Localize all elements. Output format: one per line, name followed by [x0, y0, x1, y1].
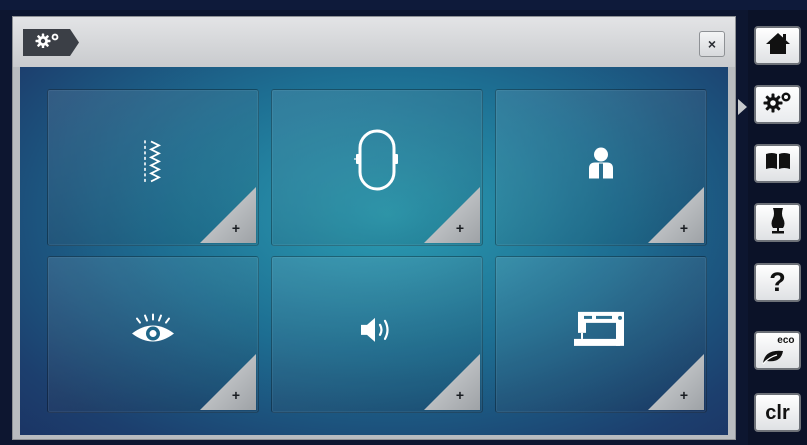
plus-icon: +: [231, 220, 240, 236]
plus-icon: +: [455, 387, 464, 403]
sidebar-item-home[interactable]: [754, 26, 801, 65]
close-button[interactable]: ×: [699, 31, 725, 57]
speaker-icon: [359, 315, 395, 348]
settings-grid: + + + + + +: [20, 67, 728, 435]
tile-corner: [200, 187, 256, 243]
tile-corner: [648, 187, 704, 243]
title-bar: ×: [13, 17, 735, 67]
top-strip: [0, 0, 807, 10]
settings-gears-icon: [763, 91, 793, 118]
home-icon: [765, 31, 791, 60]
sidebar-item-eco[interactable]: eco: [754, 331, 801, 370]
question-icon: ?: [769, 267, 786, 297]
tile-machine-settings[interactable]: +: [495, 256, 707, 413]
tile-audio-settings[interactable]: +: [271, 256, 483, 413]
open-book-icon: [764, 151, 792, 176]
sidebar-item-tutorial[interactable]: [754, 144, 801, 183]
sidebar-item-help[interactable]: ?: [754, 263, 801, 302]
clear-icon: clr: [765, 401, 790, 424]
plus-icon: +: [455, 220, 464, 236]
tile-corner: [200, 354, 256, 410]
sewing-machine-icon: [574, 308, 628, 353]
settings-gears-icon: [35, 32, 65, 53]
eco-leaf-icon: eco: [761, 335, 795, 365]
tile-monitoring-settings[interactable]: +: [47, 256, 259, 413]
active-pointer: [738, 99, 747, 115]
tile-stitch-settings[interactable]: +: [47, 89, 259, 246]
eye-icon: [130, 313, 176, 350]
user-icon: [587, 146, 615, 183]
sidebar-item-creative-consultant[interactable]: [754, 203, 801, 242]
close-icon: ×: [707, 36, 717, 52]
settings-window: × + + + + + +: [12, 16, 736, 440]
tile-corner: [648, 354, 704, 410]
title-tab: [23, 29, 79, 56]
dress-form-icon: [768, 206, 788, 239]
plus-icon: +: [679, 220, 688, 236]
tile-personal-settings[interactable]: +: [495, 89, 707, 246]
sidebar-item-clear[interactable]: clr: [754, 393, 801, 432]
tile-embroidery-settings[interactable]: +: [271, 89, 483, 246]
tile-corner: [424, 187, 480, 243]
plus-icon: +: [231, 387, 240, 403]
embroidery-hoop-icon: [352, 127, 402, 196]
zigzag-stitch-icon: [142, 138, 164, 189]
plus-icon: +: [679, 387, 688, 403]
sidebar-item-setup[interactable]: [754, 85, 801, 124]
tile-corner: [424, 354, 480, 410]
